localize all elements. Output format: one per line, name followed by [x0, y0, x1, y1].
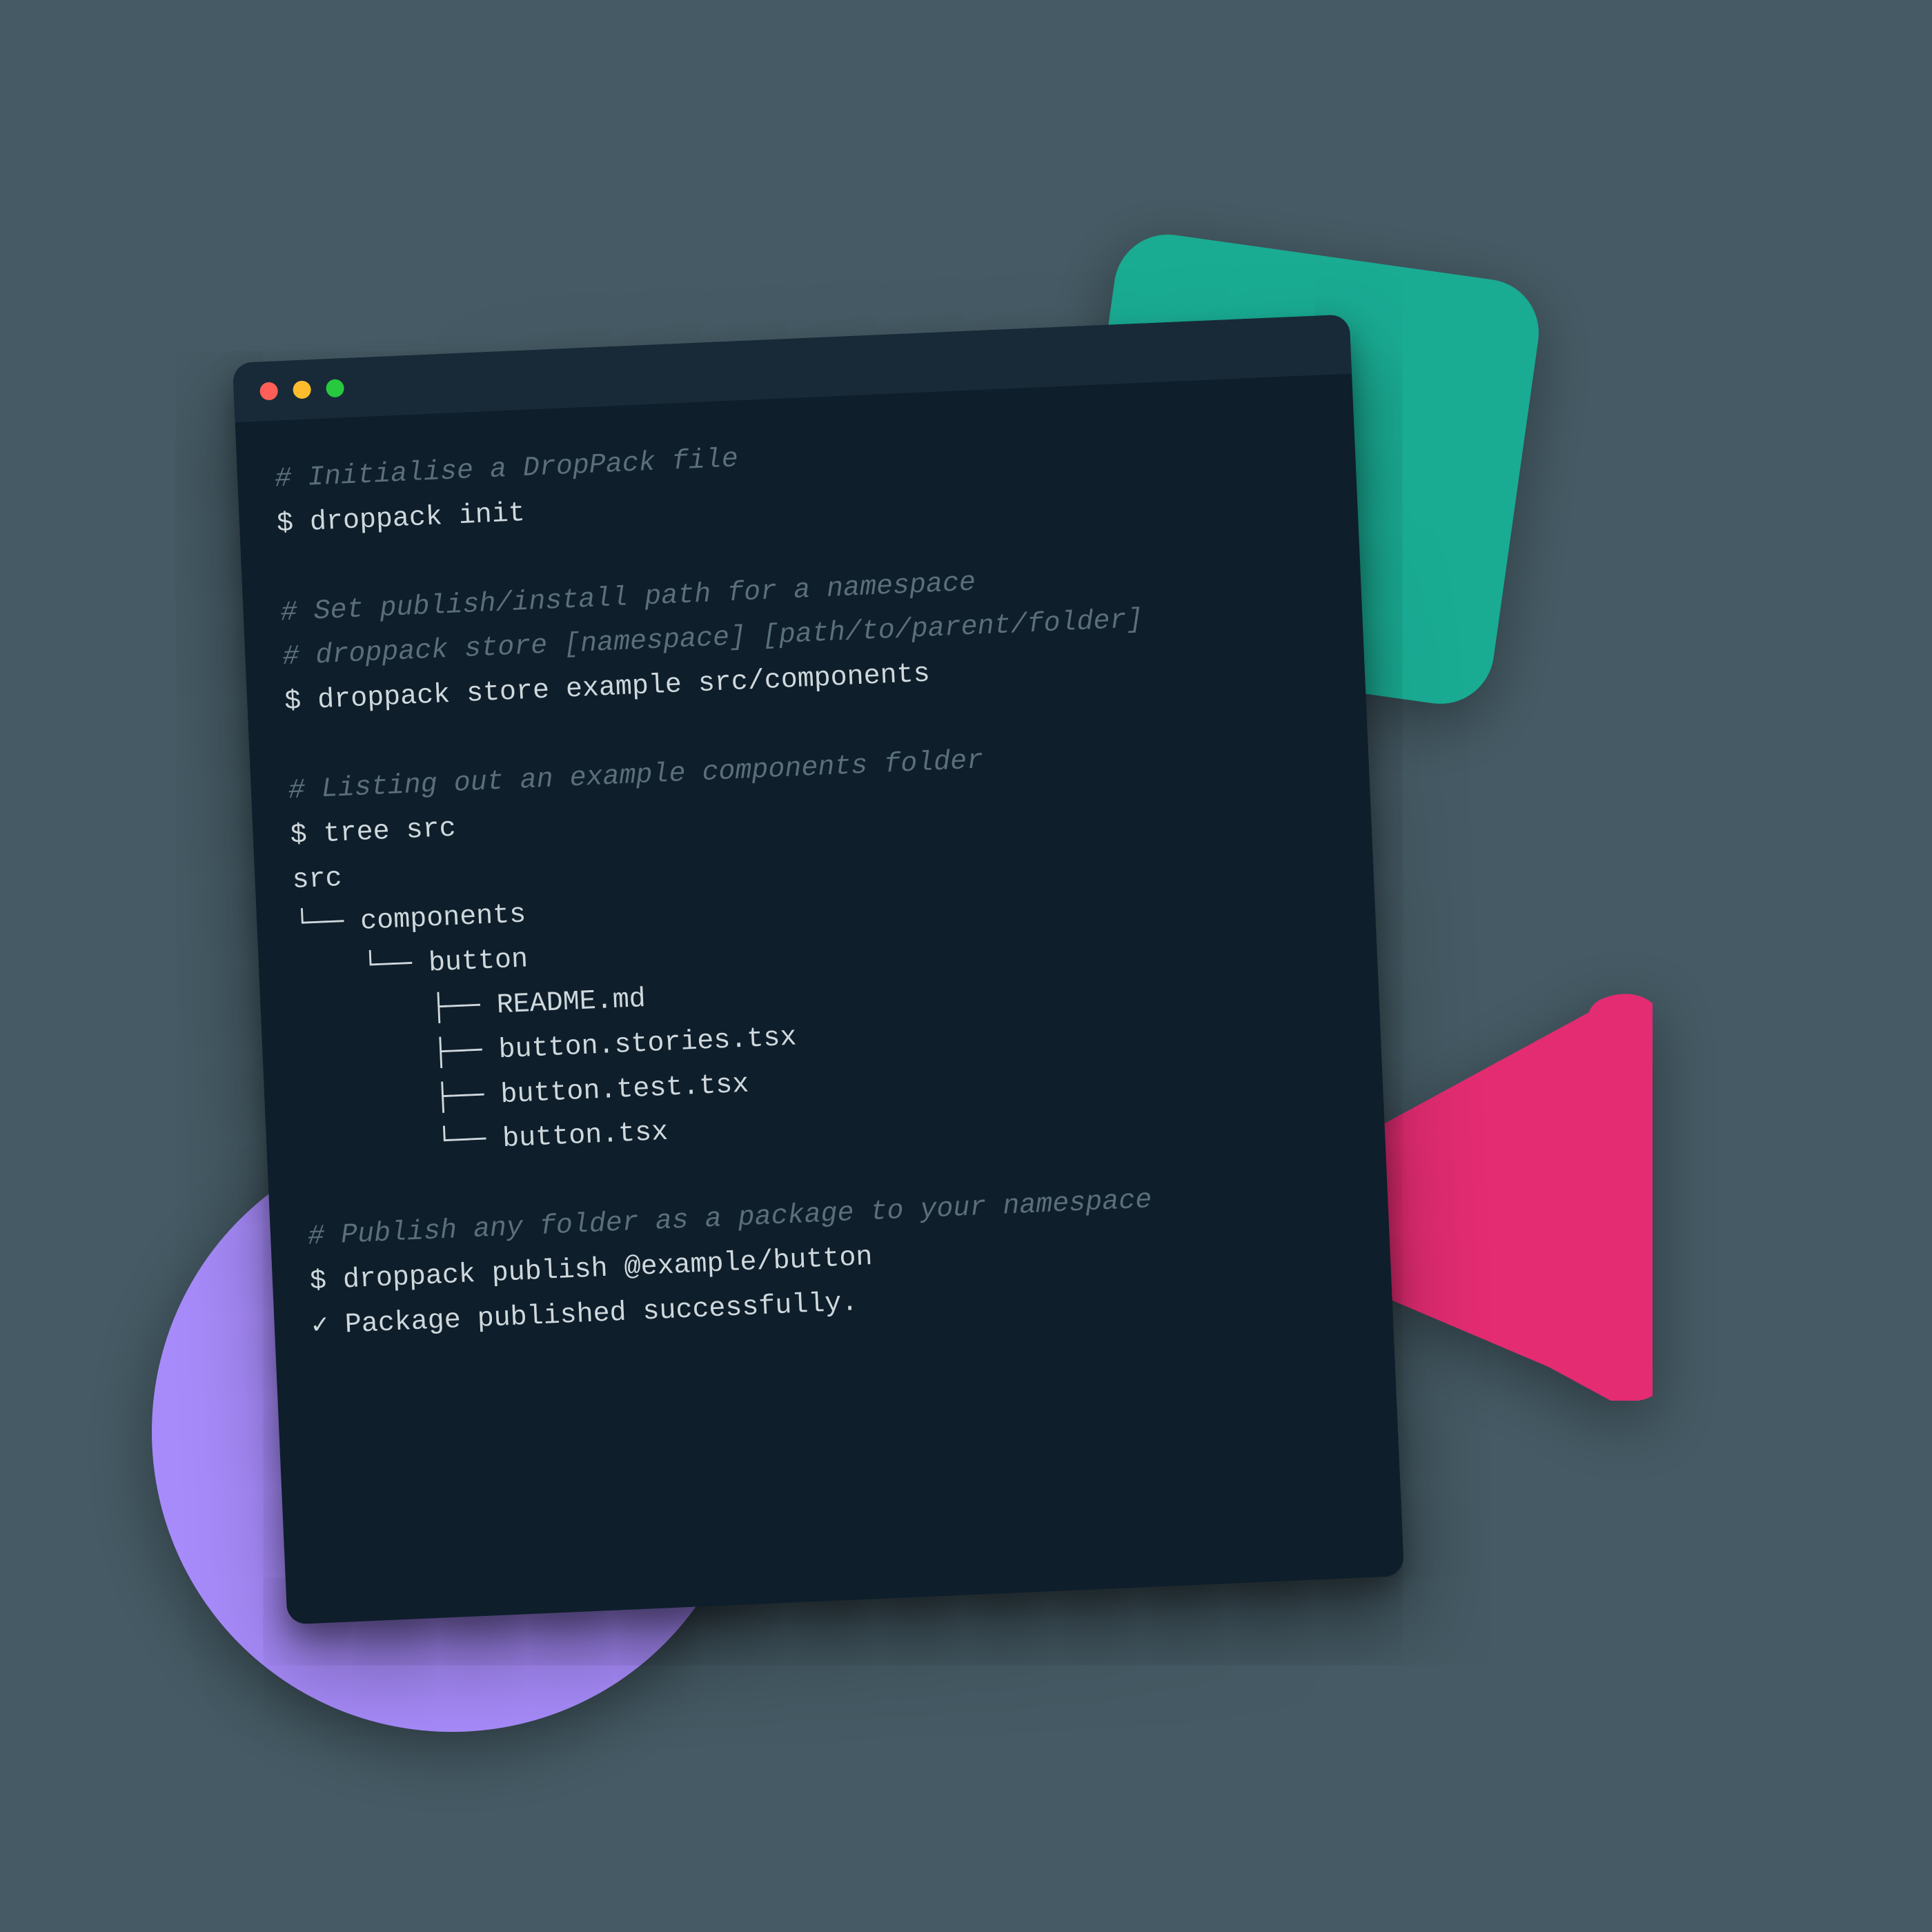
minimize-icon[interactable]: [293, 380, 311, 399]
scene: # Initialise a DropPack file$ droppack i…: [0, 0, 1932, 1932]
maximize-icon[interactable]: [326, 379, 344, 397]
terminal-window: # Initialise a DropPack file$ droppack i…: [233, 315, 1404, 1625]
close-icon[interactable]: [259, 382, 278, 400]
terminal-body: # Initialise a DropPack file$ droppack i…: [235, 373, 1394, 1388]
